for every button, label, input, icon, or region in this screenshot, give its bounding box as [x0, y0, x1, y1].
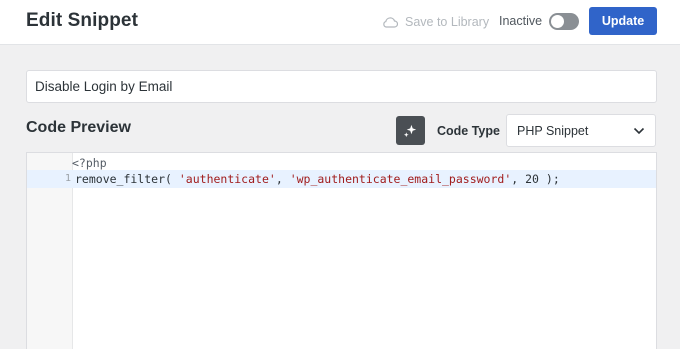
- code-line[interactable]: 1 remove_filter( 'authenticate', 'wp_aut…: [27, 170, 656, 188]
- save-to-library-button[interactable]: Save to Library: [382, 13, 489, 31]
- code-type-label: Code Type: [437, 124, 500, 138]
- line-number: 1: [64, 173, 71, 184]
- active-toggle[interactable]: [549, 13, 579, 30]
- code-preview-title: Code Preview: [26, 119, 131, 136]
- update-button[interactable]: Update: [589, 7, 657, 35]
- ai-generate-button[interactable]: [396, 116, 425, 145]
- ai-sparkle-icon: [403, 124, 417, 138]
- chevron-down-icon: [633, 127, 645, 134]
- toggle-knob: [551, 15, 564, 28]
- top-bar: Edit Snippet Save to Library Inactive Up…: [0, 0, 680, 45]
- save-to-library-label: Save to Library: [405, 15, 490, 29]
- cloud-icon: [383, 17, 398, 28]
- code-editor[interactable]: <?php 1 remove_filter( 'authenticate', '…: [26, 152, 657, 349]
- snippet-title-input[interactable]: Disable Login by Email: [26, 70, 657, 103]
- status-label: Inactive: [499, 14, 543, 28]
- code-text: remove_filter( 'authenticate', 'wp_authe…: [75, 172, 560, 186]
- code-type-select[interactable]: PHP Snippet: [506, 114, 656, 147]
- code-type-value: PHP Snippet: [517, 123, 589, 138]
- page-title: Edit Snippet: [26, 10, 139, 31]
